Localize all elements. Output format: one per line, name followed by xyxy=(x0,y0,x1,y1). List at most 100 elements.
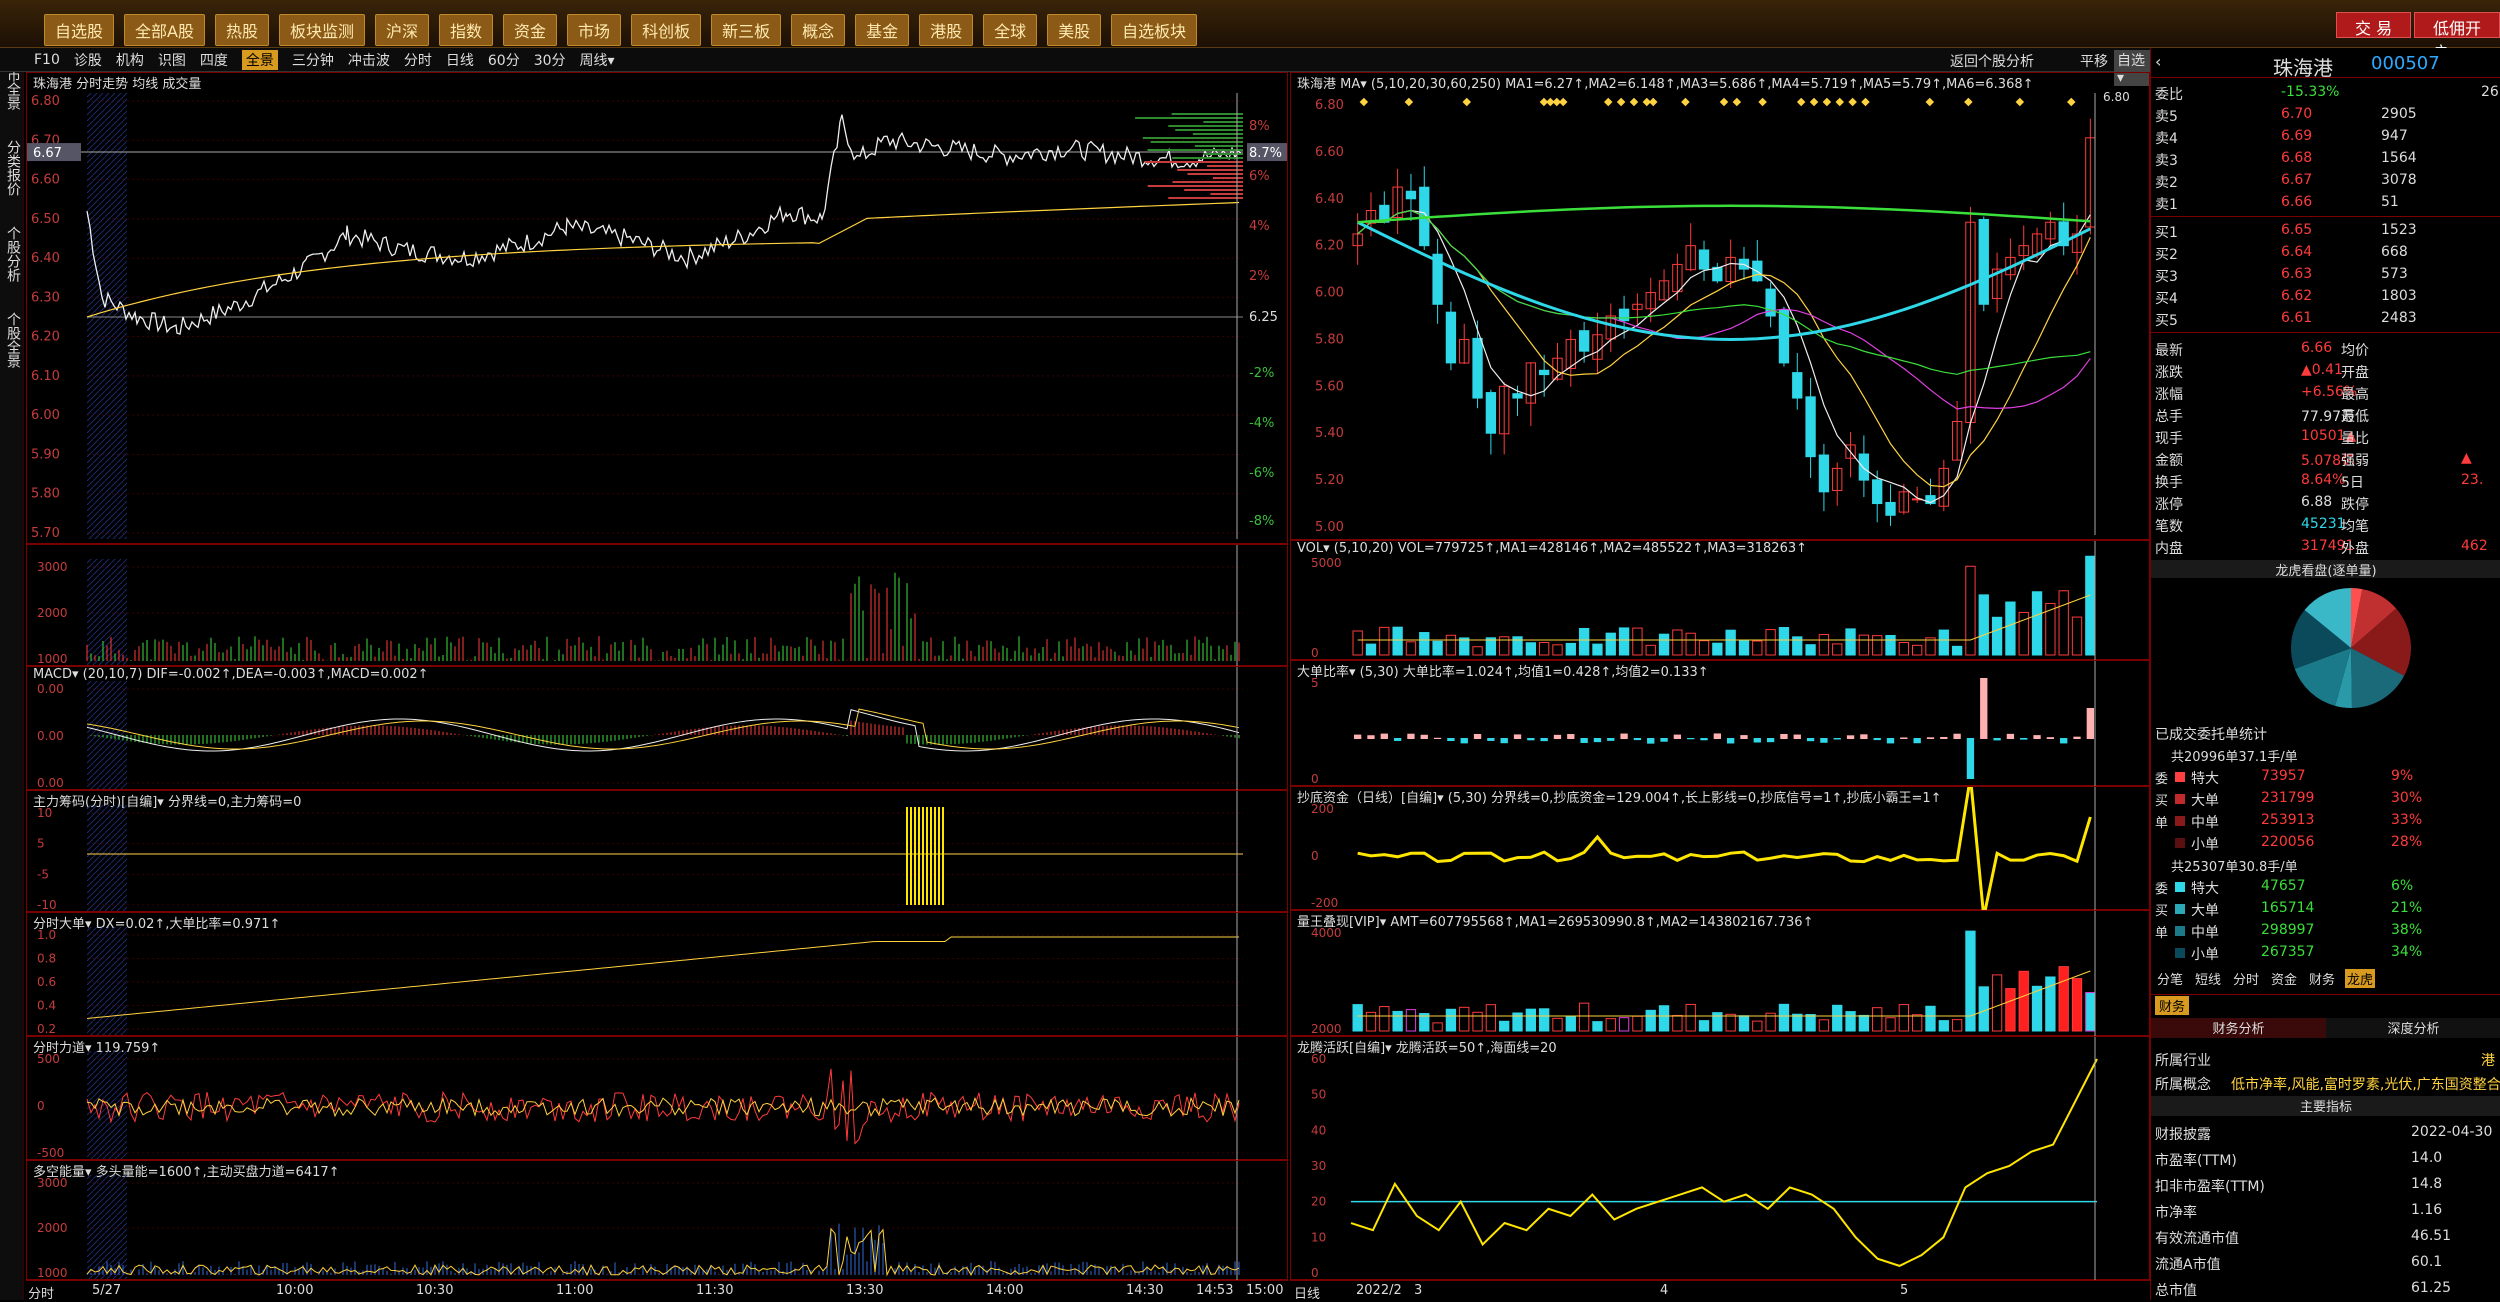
date-axis: 日线 2022/2 3 4 5 xyxy=(1290,1280,2150,1302)
stat-label: 最新 xyxy=(2155,343,2183,359)
stat-label: 总手 xyxy=(2155,409,2183,425)
menu-item[interactable]: 全部A股 xyxy=(124,14,205,46)
axis-label: 60 xyxy=(1311,1052,1326,1066)
price-axis-label: 6.40 xyxy=(31,251,60,266)
toolbar-tab[interactable]: 四度 xyxy=(200,50,228,70)
menu-item[interactable]: 指数 xyxy=(439,14,494,46)
ratio-bar xyxy=(1473,734,1482,739)
volume-bar xyxy=(1858,634,1870,656)
indicator-panel-left[interactable]: 主力筹码(分时)[自编]▾ 分界线=0,主力筹码=0 10 5 -5 -10 xyxy=(26,790,1288,913)
price-axis-label: 6.30 xyxy=(31,290,60,305)
left-rail-item[interactable]: 分类报价 xyxy=(3,140,23,196)
left-rail-item[interactable]: 个股全景 xyxy=(3,312,23,368)
signal-diamond xyxy=(1681,97,1690,107)
toolbar-tab[interactable]: F10 xyxy=(34,52,60,68)
menu-item[interactable]: 市场 xyxy=(567,14,622,46)
trade-button[interactable]: 交 易 xyxy=(2336,12,2412,38)
axis-label: 2000 xyxy=(37,1221,68,1235)
menu-item[interactable]: 自选股 xyxy=(44,14,115,46)
candle xyxy=(1885,501,1896,516)
indicator-panel-right[interactable]: 抄底资金（日线）[自编]▾ (5,30) 分界线=0,抄底资金=129.004↑… xyxy=(1290,786,2150,911)
menu-item[interactable]: 全球 xyxy=(983,14,1038,46)
industry-row: 所属行业 港 xyxy=(2151,1048,2500,1070)
signal-diamond xyxy=(1861,97,1870,107)
menu-item[interactable]: 热股 xyxy=(214,14,269,46)
fin-label: 总市值 xyxy=(2155,1283,2197,1299)
toolbar-tab[interactable]: 诊股 xyxy=(74,50,102,70)
period-tab[interactable]: 60分 xyxy=(488,50,520,70)
quote-tab[interactable]: 分笔 xyxy=(2155,969,2185,988)
toolbar-tab[interactable]: 全景 xyxy=(241,49,278,70)
ask-volume: 947 xyxy=(2381,128,2408,144)
intraday-footer-label[interactable]: 分时 xyxy=(28,1283,54,1302)
quote-tab[interactable]: 短线 xyxy=(2193,969,2223,988)
fin-subtab[interactable]: 财务分析 xyxy=(2151,1018,2326,1038)
toolbar-tab[interactable]: 冲击波 xyxy=(348,50,390,70)
left-rail-item[interactable]: 个股分析 xyxy=(3,226,23,282)
ratio-bar xyxy=(1367,735,1375,739)
quote-tab[interactable]: 财务 xyxy=(2307,969,2337,988)
indicator-panel-left[interactable]: 分时大单▾ DX=0.02↑,大单比率=0.971↑ 1.0 0.8 0.6 0.4 0.… xyxy=(26,912,1288,1037)
toolbar-tab[interactable]: 三分钟 xyxy=(292,50,334,70)
kline-chart-panel[interactable]: 珠海港 MA▾ (5,10,20,30,60,250) MA1=6.27↑,MA… xyxy=(1290,72,2150,540)
intraday-chart[interactable]: 6.806.706.606.506.406.306.206.106.005.90… xyxy=(27,73,1289,545)
indicator-panel-right[interactable]: 量王叠现[VIP]▾ AMT=607795568↑,MA1=269530990.… xyxy=(1290,910,2150,1037)
axis-label: -500 xyxy=(37,1146,64,1160)
indicator-panel-left[interactable]: 3000 2000 1000 xyxy=(26,544,1288,667)
indicator-panel-right[interactable]: VOL▾ (5,10,20) VOL=779725↑,MA1=428146↑,M… xyxy=(1290,540,2150,661)
menu-item[interactable]: 资金 xyxy=(503,14,558,46)
size-pct: 21% xyxy=(2391,900,2423,916)
kline-footer-label[interactable]: 日线 xyxy=(1294,1283,1320,1302)
volume-bar xyxy=(1805,644,1816,656)
menu-item[interactable]: 新三板 xyxy=(711,14,782,46)
period-tab[interactable]: 30分 xyxy=(534,50,566,70)
concept-row: 所属概念 低市净率,风能,富时罗素,光伏,广东国资整合,广 xyxy=(2151,1072,2500,1094)
stat-value: 45231 xyxy=(2301,516,2346,532)
menu-item[interactable]: 科创板 xyxy=(631,14,702,46)
back-arrow-icon[interactable]: ‹ xyxy=(2155,52,2161,71)
indicator-panel-left[interactable]: 多空能量▾ 多头量能=1600↑,主动买盘力道=6417↑ 3000 2000 100… xyxy=(26,1160,1288,1281)
menu-item[interactable]: 美股 xyxy=(1047,14,1102,46)
axis-label: 0 xyxy=(1311,849,1319,863)
quote-tab[interactable]: 分时 xyxy=(2231,969,2261,988)
back-to-analysis-button[interactable]: 返回个股分析 xyxy=(1950,51,2034,71)
indicator-panel-left[interactable]: MACD▾ (20,10,7) DIF=-0.002↑,DEA=-0.003↑,… xyxy=(26,666,1288,791)
signal-diamond xyxy=(1719,97,1729,107)
axis-label: 0 xyxy=(1311,1266,1319,1280)
volume-bar xyxy=(1991,616,2003,656)
period-tab[interactable]: 日线 xyxy=(446,50,474,70)
indicator-panel-right[interactable]: 大单比率▾ (5,30) 大单比率=1.024↑,均值1=0.428↑,均值2=… xyxy=(1290,660,2150,787)
indicator-chart: 50 xyxy=(1311,661,2096,787)
kline-chart[interactable]: 6.80 6.60 6.40 6.20 6.00 5.80 5.60 5.40 5.20 5.00… xyxy=(1291,73,2151,541)
fin-subtab[interactable]: 深度分析 xyxy=(2326,1018,2500,1038)
toolbar-tab[interactable]: 识图 xyxy=(158,50,186,70)
quote-tab[interactable]: 龙虎 xyxy=(2345,969,2376,988)
ratio-bar xyxy=(1926,737,1935,739)
time-axis-label: 14:00 xyxy=(986,1283,1024,1298)
menu-item[interactable]: 自选板块 xyxy=(1111,14,1198,46)
pan-button[interactable]: 平移 xyxy=(2080,51,2108,71)
menu-item[interactable]: 概念 xyxy=(791,14,846,46)
menu-item[interactable]: 基金 xyxy=(855,14,910,46)
open-account-button[interactable]: 低佣开户 xyxy=(2414,12,2500,62)
ask-label: 卖3 xyxy=(2155,153,2178,169)
toolbar-tab[interactable]: 机构 xyxy=(116,50,144,70)
volume-bar xyxy=(1632,627,1643,656)
bid-row: 买1 6.65 1523 xyxy=(2151,220,2500,242)
ask-price: 6.67 xyxy=(2281,172,2313,188)
menu-item[interactable]: 港股 xyxy=(919,14,974,46)
signal-diamond xyxy=(1649,97,1658,107)
menu-item[interactable]: 沪深 xyxy=(375,14,430,46)
period-tab[interactable]: 分时 xyxy=(404,50,432,70)
stat-row: 现手 10501▲ 量比 xyxy=(2151,426,2500,448)
intraday-chart-panel[interactable]: 珠海港 分时走势 均线 成交量 6.80 6.70 6.60 6.50 6.40 6.30… xyxy=(26,72,1288,544)
fin-tab[interactable]: 财务 xyxy=(2155,996,2190,1015)
period-tab[interactable]: 周线▾ xyxy=(580,50,615,70)
menu-item[interactable]: 板块监测 xyxy=(278,14,365,46)
volume-bar xyxy=(1352,630,1363,656)
stock-code: 000507 xyxy=(2371,53,2440,74)
indicator-panel-left[interactable]: 分时力道▾ 119.759↑ 500 0 -500 xyxy=(26,1036,1288,1161)
indicator-panel-right[interactable]: 龙腾活跃[自编]▾ 龙腾活跃=50↑,海面线=20 60 50 40 30 20 10 0 xyxy=(1290,1036,2150,1281)
quote-tab[interactable]: 资金 xyxy=(2269,969,2299,988)
volume-bar xyxy=(2071,616,2083,656)
